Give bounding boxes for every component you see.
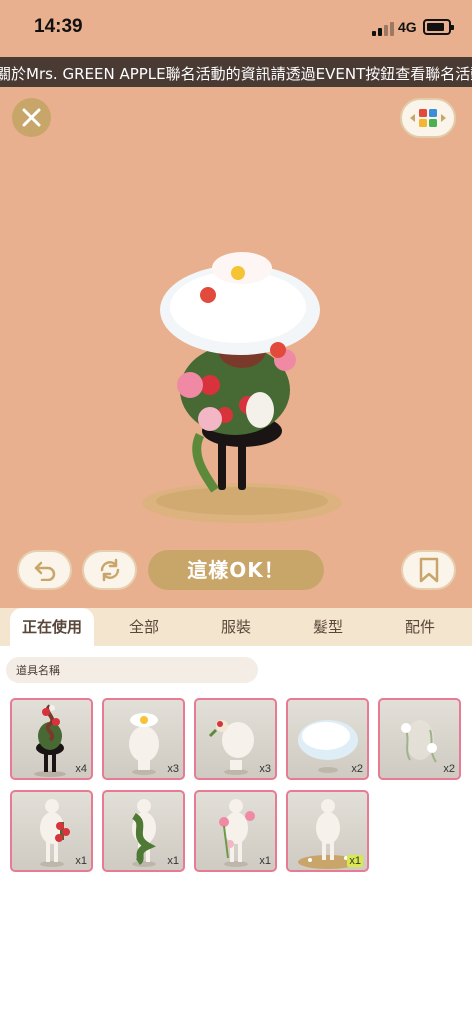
- item-card[interactable]: x1: [194, 790, 277, 872]
- item-count: x1: [75, 855, 87, 867]
- tab-hairstyle[interactable]: 髮型: [296, 608, 360, 646]
- battery-icon: [423, 19, 454, 35]
- signal-icon: [372, 22, 394, 36]
- undo-button[interactable]: [17, 550, 72, 590]
- category-tabs: 正在使用 全部 服裝 髮型 配件: [0, 608, 472, 646]
- item-card[interactable]: x1: [102, 790, 185, 872]
- item-count: x3: [259, 763, 271, 775]
- save-outfit-button[interactable]: [401, 550, 456, 590]
- undo-icon: [34, 561, 55, 581]
- marquee-text: 關於Mrs. GREEN APPLE聯名活動的資訊請透過EVENT按鈕查看聯名活…: [0, 65, 472, 83]
- item-count: x4: [75, 763, 87, 775]
- item-card[interactable]: x2: [378, 698, 461, 780]
- item-count: x2: [351, 763, 363, 775]
- status-bar: 14:39 4G: [0, 0, 472, 56]
- item-count: x1: [167, 855, 179, 867]
- tab-clothing[interactable]: 服裝: [204, 608, 268, 646]
- item-card[interactable]: x4: [10, 698, 93, 780]
- item-card[interactable]: x3: [194, 698, 277, 780]
- item-search-input[interactable]: [6, 657, 258, 683]
- item-card[interactable]: x1: [10, 790, 93, 872]
- item-count: x3: [167, 763, 179, 775]
- dressing-stage: 14:39 4G 關於Mrs. GREEN APPLE聯名活動的資訊請透過EVE…: [0, 0, 472, 608]
- confirm-button[interactable]: 這樣OK！: [148, 550, 324, 590]
- item-count: x1: [259, 855, 271, 867]
- avatar-preview: [142, 252, 342, 523]
- network-label: 4G: [398, 19, 417, 35]
- tab-in-use[interactable]: 正在使用: [10, 608, 94, 646]
- item-count: x2: [443, 763, 455, 775]
- news-marquee[interactable]: 關於Mrs. GREEN APPLE聯名活動的資訊請透過EVENT按鈕查看聯名活…: [0, 57, 472, 87]
- item-card[interactable]: x1: [286, 790, 369, 872]
- tab-all[interactable]: 全部: [112, 608, 176, 646]
- item-card[interactable]: x3: [102, 698, 185, 780]
- color-grid-icon: [410, 109, 446, 127]
- close-button[interactable]: [12, 98, 51, 137]
- bookmark-icon: [419, 557, 438, 583]
- random-outfit-button[interactable]: [82, 550, 137, 590]
- item-card[interactable]: x2: [286, 698, 369, 780]
- item-count: x1: [347, 855, 363, 867]
- refresh-icon: [100, 558, 119, 582]
- close-icon: [22, 108, 41, 127]
- status-time: 14:39: [34, 16, 83, 37]
- tab-accessories[interactable]: 配件: [388, 608, 452, 646]
- outfit-grid-button[interactable]: [400, 98, 456, 138]
